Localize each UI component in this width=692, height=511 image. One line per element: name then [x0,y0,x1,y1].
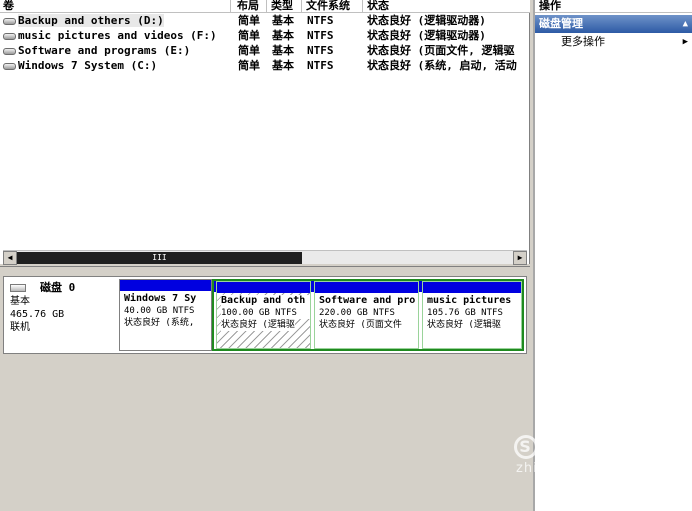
column-header-volume[interactable]: 卷 [0,0,231,13]
disk-kind: 基本 [10,296,30,307]
actions-section-label: 磁盘管理 [539,17,583,30]
scrollbar-thumb[interactable]: III [17,252,302,264]
partition-block[interactable]: music pictures 105.76 GB NTFS 状态良好 (逻辑驱 [422,281,522,349]
volume-name: Windows 7 System (C:) [18,59,158,72]
more-actions-label: 更多操作 [561,35,605,48]
disk-label[interactable]: 磁盘 0 基本 465.76 GB 联机 [4,277,118,353]
volume-type: 基本 [272,44,294,57]
volume-type: 基本 [272,29,294,42]
partition-title: music pictures [427,295,512,306]
disk-icon [10,284,26,292]
volume-name: Software and programs (E:) [18,44,191,57]
partition-size: 105.76 GB NTFS [427,308,503,318]
column-header-filesystem[interactable]: 文件系统 [303,0,363,13]
actions-section-disk-management[interactable]: 磁盘管理 ▲ [535,15,692,33]
volume-status: 状态良好 (逻辑驱动器) [367,14,486,27]
drive-icon [3,17,16,25]
actions-title: 操作 [535,0,692,13]
column-header-type[interactable]: 类型 [268,0,302,13]
volume-name: Backup and others (D:) [18,14,164,27]
drive-icon [3,47,16,55]
partition-bar [315,282,418,293]
scroll-right-arrow-icon[interactable]: ▶ [513,251,527,265]
partition-bar [217,282,310,293]
volume-filesystem: NTFS [307,44,334,57]
partition-bar [423,282,521,293]
volume-row[interactable]: Backup and others (D:) 简单 基本 NTFS 状态良好 (… [0,13,530,28]
volume-filesystem: NTFS [307,59,334,72]
column-header-layout[interactable]: 布局 [234,0,267,13]
partition-size: 40.00 GB NTFS [124,306,195,316]
disk-name: 磁盘 0 [40,281,76,294]
disk-row: 磁盘 0 基本 465.76 GB 联机 Windows 7 Sy 40.00 … [3,276,527,354]
volume-layout: 简单 [238,59,260,72]
horizontal-scrollbar[interactable]: ◀ III ▶ [3,250,527,265]
disk-state: 联机 [10,322,30,333]
volume-filesystem: NTFS [307,14,334,27]
actions-pane: 操作 磁盘管理 ▲ 更多操作 ▶ [533,0,692,511]
volume-status: 状态良好 (页面文件, 逻辑驱 [367,44,515,57]
collapse-up-icon[interactable]: ▲ [683,15,688,33]
volume-type: 基本 [272,14,294,27]
main-pane: 卷 布局 类型 文件系统 状态 Backup and others (D:) 简… [0,0,530,511]
partition-title: Windows 7 Sy [124,293,197,304]
volume-row[interactable]: music pictures and videos (F:) 简单 基本 NTF… [0,28,530,43]
volume-status: 状态良好 (系统, 启动, 活动 [367,59,517,72]
volume-layout: 简单 [238,29,260,42]
volume-layout: 简单 [238,14,260,27]
disk-size: 465.76 GB [10,309,65,320]
partition-status: 状态良好 (逻辑驱 [221,319,295,331]
partition-block[interactable]: Windows 7 Sy 40.00 GB NTFS 状态良好 (系统, [119,279,212,351]
volume-list-header: 卷 布局 类型 文件系统 状态 [0,0,530,13]
volume-type: 基本 [272,59,294,72]
partition-block[interactable]: Software and pro 220.00 GB NTFS 状态良好 (页面… [314,281,419,349]
partition-status: 状态良好 (逻辑驱 [427,320,501,330]
partition-size: 100.00 GB NTFS [221,307,310,319]
volume-row[interactable]: Windows 7 System (C:) 简单 基本 NTFS 状态良好 (系… [0,58,530,73]
volume-filesystem: NTFS [307,29,334,42]
more-actions-item[interactable]: 更多操作 ▶ [535,33,692,51]
volume-list: 卷 布局 类型 文件系统 状态 Backup and others (D:) 简… [0,0,530,265]
drive-icon [3,32,16,40]
volume-name: music pictures and videos (F:) [18,29,217,42]
column-header-status[interactable]: 状态 [364,0,530,13]
partition-status: 状态良好 (系统, [124,318,195,328]
volume-status: 状态良好 (逻辑驱动器) [367,29,486,42]
partition-block[interactable]: Backup and oth 100.00 GB NTFS 状态良好 (逻辑驱 [216,281,311,349]
volume-row[interactable]: Software and programs (E:) 简单 基本 NTFS 状态… [0,43,530,58]
disk-graphical-view: 磁盘 0 基本 465.76 GB 联机 Windows 7 Sy 40.00 … [0,266,530,511]
partition-size: 220.00 GB NTFS [319,308,395,318]
partition-title: Backup and oth [221,295,310,307]
partition-bar [120,280,211,291]
scroll-left-arrow-icon[interactable]: ◀ [3,251,17,265]
partition-title: Software and pro [319,295,416,306]
partition-status: 状态良好 (页面文件 [319,320,402,330]
submenu-arrow-icon: ▶ [682,37,688,47]
volume-layout: 简单 [238,44,260,57]
drive-icon [3,62,16,70]
